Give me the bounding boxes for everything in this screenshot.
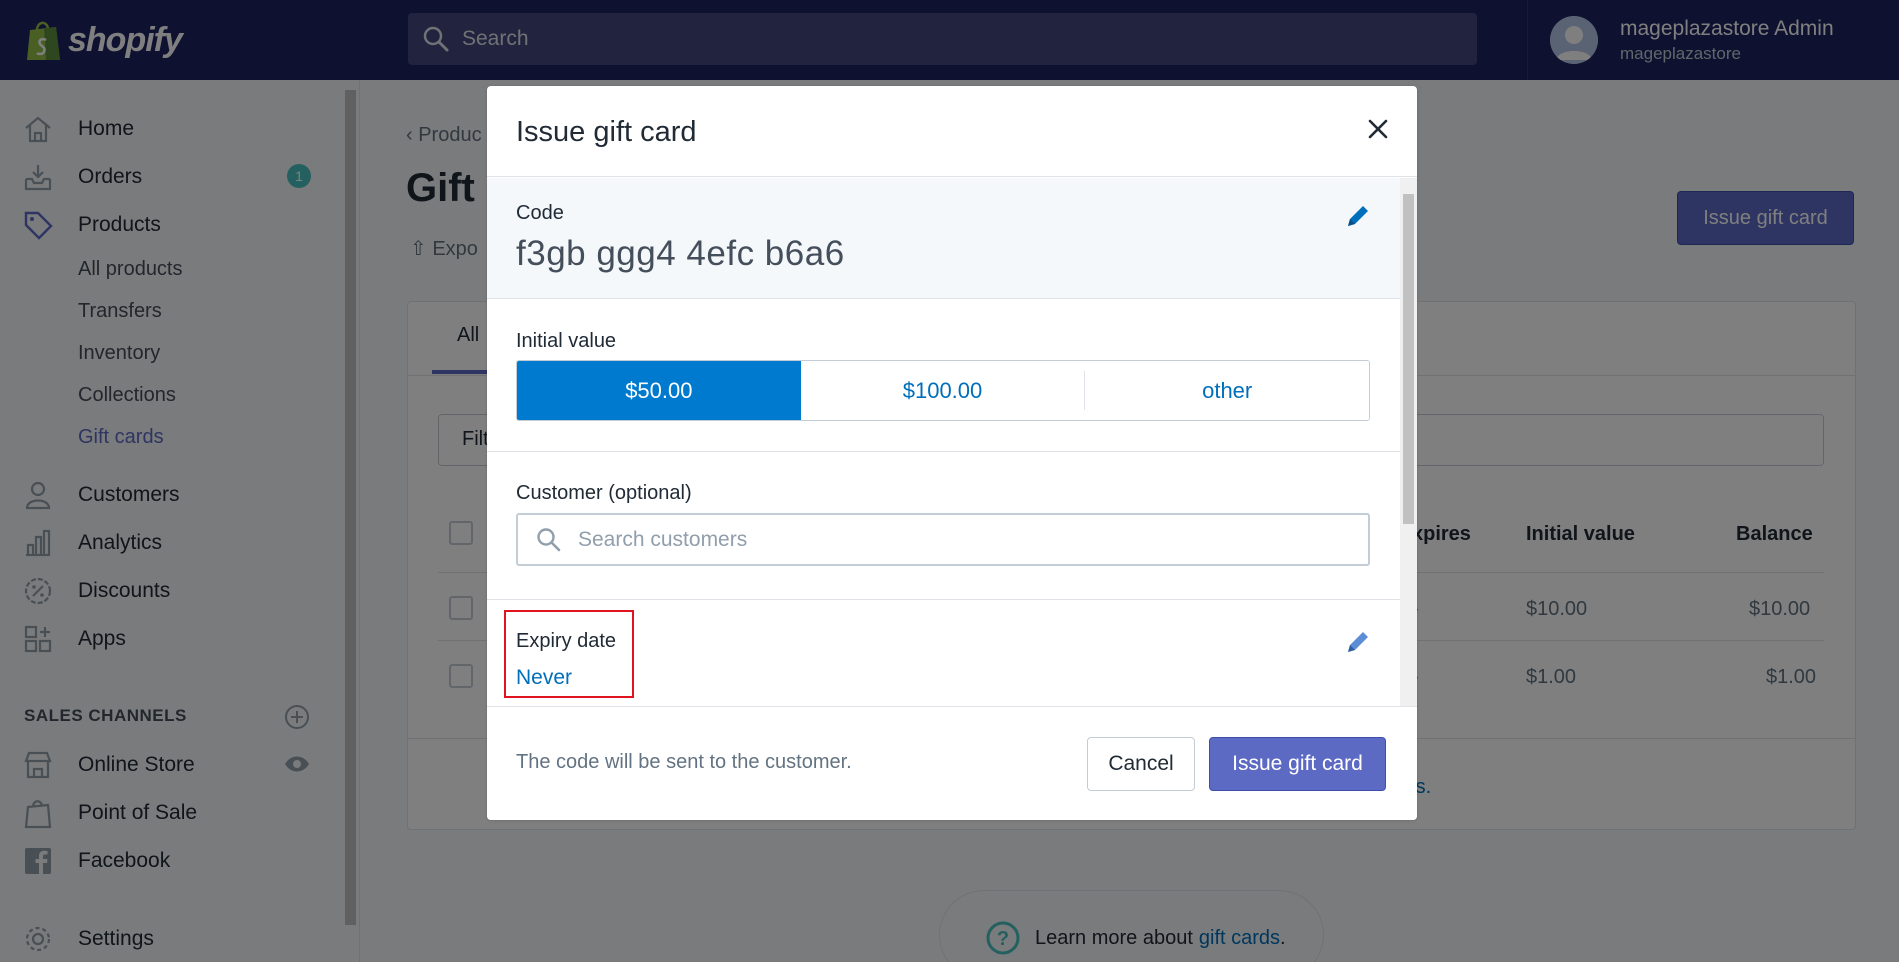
modal-title: Issue gift card — [516, 116, 697, 148]
expiry-date-label: Expiry date — [516, 630, 617, 652]
footer-note: The code will be sent to the customer. — [516, 751, 852, 773]
modal-header: Issue gift card — [487, 86, 1417, 177]
edit-expiry-pencil-icon[interactable] — [1344, 628, 1372, 656]
code-value: f3gb ggg4 4efc b6a6 — [516, 234, 845, 273]
issue-gift-card-modal: Issue gift card Code f3gb ggg4 4efc b6a6… — [487, 86, 1417, 820]
close-icon — [1368, 119, 1388, 139]
customer-label: Customer (optional) — [516, 482, 692, 504]
initial-value-selector: $50.00 $100.00 other — [516, 360, 1370, 421]
modal-scrollbar-thumb[interactable] — [1403, 194, 1414, 524]
code-section: Code f3gb ggg4 4efc b6a6 — [487, 178, 1400, 299]
edit-code-pencil-icon[interactable] — [1344, 202, 1372, 230]
section-divider — [487, 451, 1400, 452]
search-icon — [537, 527, 561, 551]
code-label: Code — [516, 202, 564, 224]
expiry-value[interactable]: Never — [516, 666, 572, 690]
cancel-button[interactable]: Cancel — [1087, 737, 1195, 791]
initial-value-label: Initial value — [516, 330, 617, 352]
section-divider — [487, 599, 1400, 600]
issue-gift-card-button[interactable]: Issue gift card — [1209, 737, 1386, 791]
value-option-other[interactable]: other — [1085, 361, 1369, 420]
value-option-50[interactable]: $50.00 — [517, 361, 801, 420]
value-option-100[interactable]: $100.00 — [800, 361, 1085, 420]
customer-search-input[interactable] — [578, 527, 1338, 552]
modal-footer: The code will be sent to the customer. C… — [487, 706, 1417, 820]
close-button[interactable] — [1363, 114, 1393, 144]
customer-search[interactable] — [516, 513, 1370, 566]
